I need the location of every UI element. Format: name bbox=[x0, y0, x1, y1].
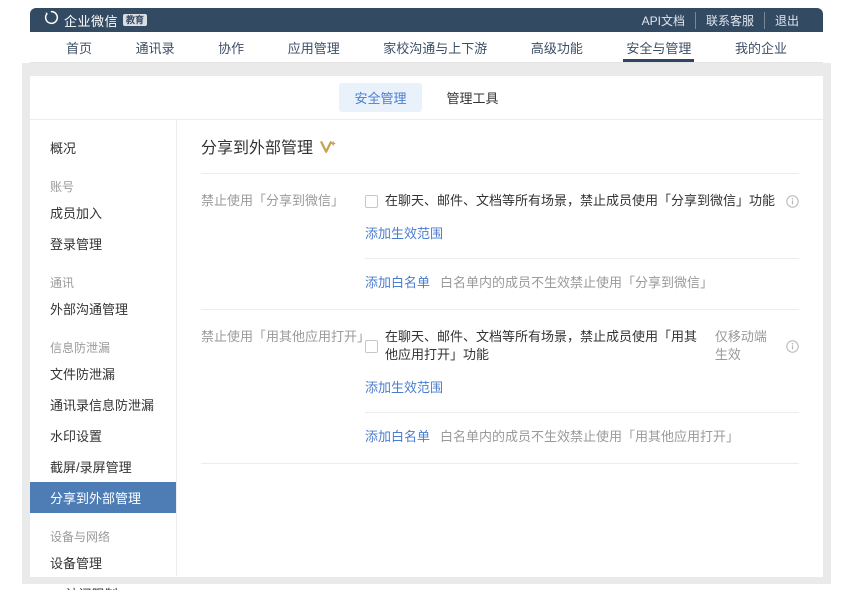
logout-link[interactable]: 退出 bbox=[764, 12, 809, 29]
sidebar-item-ip-access-restriction[interactable]: IP 访问限制 bbox=[30, 578, 176, 590]
sidebar-item-external-communication[interactable]: 外部沟通管理 bbox=[30, 293, 176, 324]
sidebar-item-member-join[interactable]: 成员加入 bbox=[30, 197, 176, 228]
nav-app-management[interactable]: 应用管理 bbox=[288, 32, 340, 62]
nav-collaboration[interactable]: 协作 bbox=[218, 32, 244, 62]
nav-my-company[interactable]: 我的企业 bbox=[735, 32, 787, 62]
add-whitelist-link[interactable]: 添加白名单 bbox=[365, 272, 430, 291]
mobile-only-note: 仅移动端生效 bbox=[715, 328, 775, 364]
section-open-with-other-apps: 禁止使用「用其他应用打开」 在聊天、邮件、文档等所有场景，禁止成员使用「用其他应… bbox=[201, 310, 799, 464]
content-card: 安全管理 管理工具 概况 账号 成员加入 登录管理 通讯 外部沟通管理 信息防泄… bbox=[30, 76, 823, 577]
topbar-links: API文档 联系客服 退出 bbox=[632, 12, 809, 29]
wework-bubble-icon bbox=[44, 10, 59, 30]
divider bbox=[365, 258, 799, 259]
prohibit-share-to-wechat-checkbox[interactable] bbox=[365, 195, 378, 208]
sidebar-item-watermark-settings[interactable]: 水印设置 bbox=[30, 420, 176, 451]
topbar: 企业微信 教育 API文档 联系客服 退出 bbox=[30, 8, 823, 32]
checkbox-label: 在聊天、邮件、文档等所有场景，禁止成员使用「用其他应用打开」功能 bbox=[385, 328, 706, 364]
nav-contacts[interactable]: 通讯录 bbox=[136, 32, 175, 62]
add-effective-scope-link[interactable]: 添加生效范围 bbox=[365, 223, 443, 242]
sidebar-group-info-leak-prevention: 信息防泄漏 bbox=[30, 333, 176, 358]
premium-v-icon bbox=[320, 140, 336, 154]
info-icon[interactable] bbox=[786, 340, 799, 353]
tab-security-management[interactable]: 安全管理 bbox=[339, 83, 421, 112]
prohibit-open-with-other-apps-checkbox[interactable] bbox=[365, 340, 378, 353]
divider bbox=[201, 463, 799, 464]
sidebar-item-login-management[interactable]: 登录管理 bbox=[30, 228, 176, 259]
main-nav: 首页 通讯录 协作 应用管理 家校沟通与上下游 高级功能 安全与管理 我的企业 bbox=[30, 32, 823, 63]
sidebar: 概况 账号 成员加入 登录管理 通讯 外部沟通管理 信息防泄漏 文件防泄漏 通讯… bbox=[30, 120, 177, 576]
sidebar-group-device-network: 设备与网络 bbox=[30, 522, 176, 547]
sidebar-item-overview[interactable]: 概况 bbox=[30, 132, 176, 163]
edu-badge: 教育 bbox=[123, 14, 147, 26]
nav-advanced-features[interactable]: 高级功能 bbox=[531, 32, 583, 62]
sidebar-item-screenshot-management[interactable]: 截屏/录屏管理 bbox=[30, 451, 176, 482]
tab-management-tools[interactable]: 管理工具 bbox=[432, 83, 514, 112]
add-effective-scope-link[interactable]: 添加生效范围 bbox=[365, 377, 443, 396]
nav-school-communication[interactable]: 家校沟通与上下游 bbox=[383, 32, 487, 62]
wework-logo[interactable]: 企业微信 教育 bbox=[44, 10, 147, 30]
divider bbox=[365, 412, 799, 413]
nav-home[interactable]: 首页 bbox=[66, 32, 92, 62]
whitelist-description: 白名单内的成员不生效禁止使用「分享到微信」 bbox=[440, 272, 713, 291]
sidebar-item-contacts-leak-prevention[interactable]: 通讯录信息防泄漏 bbox=[30, 389, 176, 420]
nav-security-management[interactable]: 安全与管理 bbox=[626, 32, 691, 62]
section-label: 禁止使用「分享到微信」 bbox=[201, 192, 365, 243]
subtab-bar: 安全管理 管理工具 bbox=[30, 76, 823, 120]
whitelist-description: 白名单内的成员不生效禁止使用「用其他应用打开」 bbox=[440, 426, 739, 445]
api-docs-link[interactable]: API文档 bbox=[632, 12, 695, 29]
main-content: 分享到外部管理 禁止使用「分享到微信」 在聊天、邮件、文档等所有场景，禁止成员使 bbox=[177, 120, 823, 576]
add-whitelist-link[interactable]: 添加白名单 bbox=[365, 426, 430, 445]
section-label: 禁止使用「用其他应用打开」 bbox=[201, 328, 365, 397]
sidebar-item-external-share-management[interactable]: 分享到外部管理 bbox=[30, 482, 176, 513]
page-title: 分享到外部管理 bbox=[201, 134, 313, 158]
section-share-to-wechat: 禁止使用「分享到微信」 在聊天、邮件、文档等所有场景，禁止成员使用「分享到微信」… bbox=[201, 174, 799, 310]
logo-text: 企业微信 bbox=[64, 11, 118, 30]
sidebar-item-device-management[interactable]: 设备管理 bbox=[30, 547, 176, 578]
sidebar-group-communication: 通讯 bbox=[30, 268, 176, 293]
checkbox-label: 在聊天、邮件、文档等所有场景，禁止成员使用「分享到微信」功能 bbox=[385, 192, 775, 210]
info-icon[interactable] bbox=[786, 195, 799, 208]
sidebar-group-account: 账号 bbox=[30, 172, 176, 197]
contact-support-link[interactable]: 联系客服 bbox=[695, 12, 764, 29]
sidebar-item-file-leak-prevention[interactable]: 文件防泄漏 bbox=[30, 358, 176, 389]
